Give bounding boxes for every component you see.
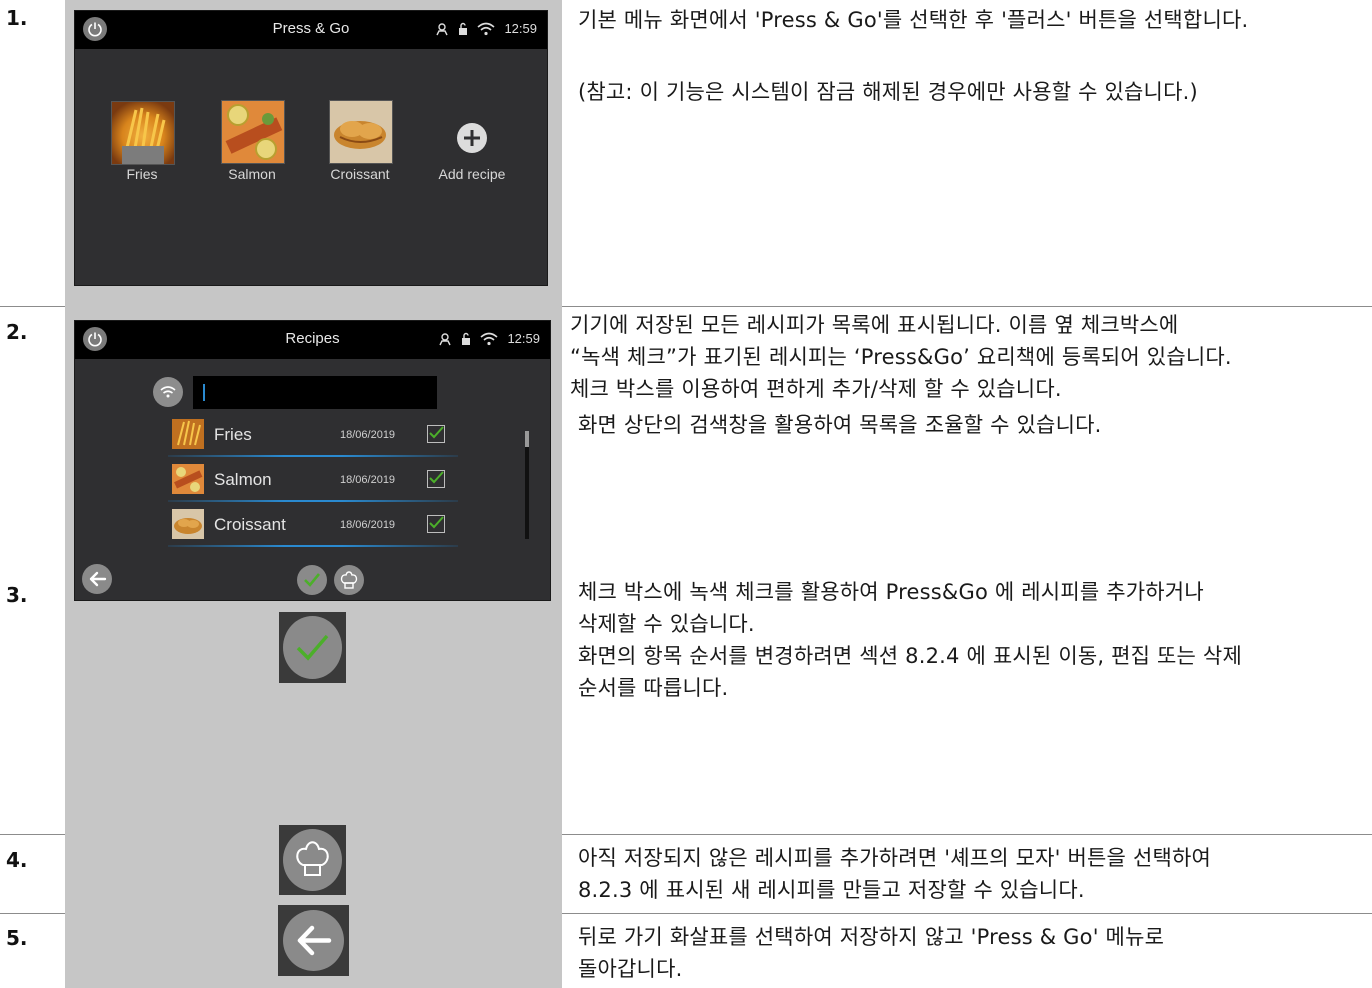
confirm-check-icon xyxy=(283,616,342,679)
recipes-screen: Recipes 12:59 Fries 18/06/2019 Salmon 18… xyxy=(74,320,551,601)
row-divider xyxy=(562,306,1372,307)
croissant-thumbnail xyxy=(172,509,204,539)
tile-label: Salmon xyxy=(228,166,276,182)
recipe-name: Fries xyxy=(214,425,252,444)
step-2-description: 기기에 저장된 모든 레시피가 목록에 표시됩니다. 이름 옆 체크박스에 “녹… xyxy=(570,309,1360,441)
recipe-date: 18/06/2019 xyxy=(340,474,396,486)
step-number-3: 3. xyxy=(6,583,28,607)
chef-hat-icon xyxy=(283,829,342,891)
step-number-1: 1. xyxy=(6,6,28,30)
status-bar: Recipes 12:59 xyxy=(75,321,550,359)
wifi-filter-icon[interactable] xyxy=(153,377,183,407)
checkbox[interactable] xyxy=(427,470,445,488)
row-underline xyxy=(168,545,458,547)
wifi-icon xyxy=(477,22,495,35)
description-line: 기기에 저장된 모든 레시피가 목록에 표시됩니다. 이름 옆 체크박스에 xyxy=(570,313,1179,337)
clock-time: 12:59 xyxy=(504,21,537,36)
fries-thumbnail xyxy=(172,419,204,449)
row-divider xyxy=(0,834,65,835)
checkbox[interactable] xyxy=(427,425,445,443)
confirm-check-icon[interactable] xyxy=(297,565,327,595)
unlock-icon xyxy=(459,22,468,35)
wifi-icon xyxy=(480,332,498,345)
row-divider xyxy=(0,913,65,914)
step-number-5: 5. xyxy=(6,926,28,950)
row-divider xyxy=(562,834,1372,835)
fries-photo[interactable] xyxy=(111,101,175,165)
back-arrow-button-example xyxy=(278,905,349,976)
description-line: (참고: 이 기능은 시스템이 잠금 해제된 경우에만 사용할 수 있습니다.) xyxy=(578,80,1198,104)
description-line: 삭제할 수 있습니다. xyxy=(578,612,755,636)
recipe-row-fries[interactable]: Fries 18/06/2019 xyxy=(168,413,458,457)
scrollbar-thumb[interactable] xyxy=(525,431,529,447)
description-line: 화면의 항목 순서를 변경하려면 섹션 8.2.4 에 표시된 이동, 편집 또… xyxy=(578,644,1242,668)
back-arrow-icon xyxy=(283,910,344,971)
chef-hat-button-example xyxy=(279,825,346,895)
check-icon xyxy=(429,516,444,529)
description-line: 체크 박스에 녹색 체크를 활용하여 Press&Go 에 레시피를 추가하거나 xyxy=(578,580,1204,604)
add-recipe-label: Add recipe xyxy=(438,166,506,182)
text-cursor xyxy=(203,384,205,401)
step-5-description: 뒤로 가기 화살표를 선택하여 저장하지 않고 'Press & Go' 메뉴로… xyxy=(578,921,1368,985)
unlock-icon xyxy=(462,332,471,345)
croissant-photo[interactable] xyxy=(329,100,393,164)
back-arrow-icon[interactable] xyxy=(82,564,112,594)
description-line: 기본 메뉴 화면에서 'Press & Go'를 선택한 후 '플러스' 버튼을… xyxy=(578,8,1249,32)
step-4-description: 아직 저장되지 않은 레시피를 추가하려면 '셰프의 모자' 버튼을 선택하여 … xyxy=(578,842,1368,906)
row-divider xyxy=(0,306,65,307)
row-divider xyxy=(562,913,1372,914)
description-line: 화면 상단의 검색창을 활용하여 목록을 조율할 수 있습니다. xyxy=(578,413,1102,437)
chef-hat-icon[interactable] xyxy=(334,565,364,595)
recipe-name: Salmon xyxy=(214,470,272,489)
recipe-date: 18/06/2019 xyxy=(340,429,396,441)
clock-time: 12:59 xyxy=(507,331,540,346)
plus-icon[interactable] xyxy=(457,123,487,153)
chef-user-icon xyxy=(439,332,452,345)
step-1-description: 기본 메뉴 화면에서 'Press & Go'를 선택한 후 '플러스' 버튼을… xyxy=(578,4,1368,108)
step-number-2: 2. xyxy=(6,320,28,344)
checkbox[interactable] xyxy=(427,515,445,533)
description-line: “녹색 체크”가 표기된 레시피는 ‘Press&Go’ 요리책에 등록되어 있… xyxy=(570,345,1232,369)
check-icon xyxy=(429,471,444,484)
salmon-photo[interactable] xyxy=(221,100,285,164)
tile-label: Fries xyxy=(126,166,158,182)
description-line: 8.2.3 에 표시된 새 레시피를 만들고 저장할 수 있습니다. xyxy=(578,878,1085,902)
chef-user-icon xyxy=(436,22,449,35)
description-line: 아직 저장되지 않은 레시피를 추가하려면 '셰프의 모자' 버튼을 선택하여 xyxy=(578,846,1212,870)
row-underline xyxy=(168,455,458,457)
recipe-name: Croissant xyxy=(214,515,286,534)
description-line: 뒤로 가기 화살표를 선택하여 저장하지 않고 'Press & Go' 메뉴로 xyxy=(578,925,1165,949)
scrollbar[interactable] xyxy=(525,431,529,539)
description-line: 돌아갑니다. xyxy=(578,957,683,981)
recipe-row-salmon[interactable]: Salmon 18/06/2019 xyxy=(168,458,458,502)
check-icon xyxy=(429,426,444,439)
status-bar: Press & Go 12:59 xyxy=(75,11,547,49)
step-number-4: 4. xyxy=(6,848,28,872)
description-line: 순서를 따릅니다. xyxy=(578,676,729,700)
recipe-date: 18/06/2019 xyxy=(340,519,396,531)
step-3-description: 체크 박스에 녹색 체크를 활용하여 Press&Go 에 레시피를 추가하거나… xyxy=(578,576,1368,704)
recipe-row-croissant[interactable]: Croissant 18/06/2019 xyxy=(168,503,458,547)
tile-label: Croissant xyxy=(330,166,390,182)
row-underline xyxy=(168,500,458,502)
description-line: 체크 박스를 이용하여 편하게 추가/삭제 할 수 있습니다. xyxy=(570,377,1062,401)
press-and-go-screen: Press & Go 12:59 Fries Salmon Croissant … xyxy=(74,10,548,286)
search-input[interactable] xyxy=(193,376,437,409)
confirm-check-button-example xyxy=(279,612,346,683)
salmon-thumbnail xyxy=(172,464,204,494)
